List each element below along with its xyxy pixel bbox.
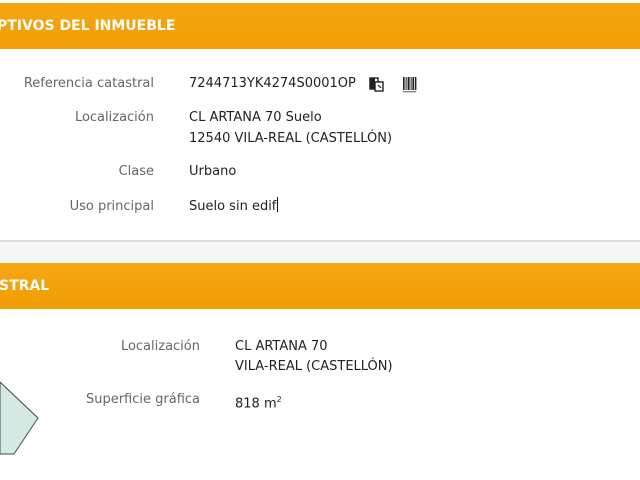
cadastral-parcel-title: STRAL	[0, 278, 50, 294]
barcode-icon[interactable]	[402, 76, 418, 94]
cadastral-reference-value[interactable]: 7244713YK4274S0001OP	[189, 74, 356, 94]
surface-unit-exponent: 2	[276, 395, 282, 404]
location-line1: CL ARTANA 70 Suelo	[189, 110, 322, 125]
text-cursor	[277, 197, 279, 212]
parcel-location-label: Localización	[120, 339, 200, 354]
main-use-value: Suelo sin edif	[189, 197, 279, 217]
cadastral-reference-label: Referencia catastral	[23, 76, 154, 91]
graphic-surface-label: Superficie gráfica	[85, 392, 200, 407]
class-value: Urbano	[189, 164, 237, 179]
panel-gap	[0, 242, 640, 262]
descriptive-data-header: PTIVOS DEL INMUEBLE	[0, 3, 640, 49]
location-label: Localización	[74, 110, 154, 125]
main-use-label: Uso principal	[69, 199, 154, 214]
cadastral-parcel-header: STRAL	[0, 263, 640, 309]
parcel-location-line2: VILA-REAL (CASTELLÓN)	[235, 359, 393, 374]
parcel-location-line1: CL ARTANA 70	[235, 339, 328, 354]
graphic-surface-value: 818 m2	[235, 390, 282, 414]
main-use-text: Suelo sin edif	[189, 199, 277, 214]
class-label: Clase	[118, 164, 154, 179]
descriptive-data-title: PTIVOS DEL INMUEBLE	[0, 18, 176, 34]
location-line2: 12540 VILA-REAL (CASTELLÓN)	[189, 131, 393, 146]
copy-icon[interactable]	[369, 77, 385, 92]
parcel-map-shape[interactable]	[0, 372, 42, 456]
graphic-surface-number: 818 m	[235, 396, 277, 412]
